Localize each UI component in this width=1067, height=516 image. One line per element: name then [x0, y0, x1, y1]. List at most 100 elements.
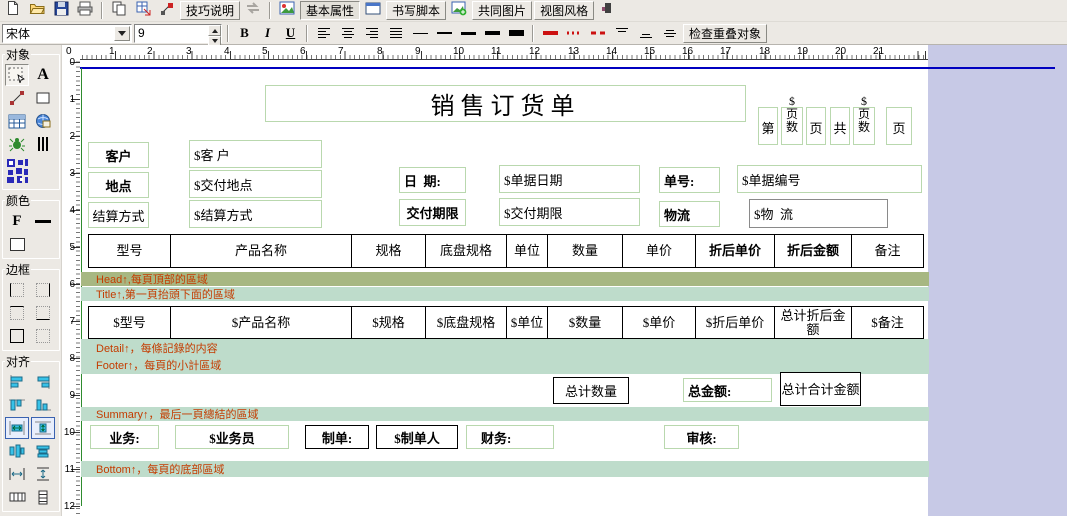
- field-customer-value[interactable]: $客 户: [189, 140, 322, 168]
- font-select[interactable]: 宋体: [2, 24, 132, 43]
- italic-button[interactable]: I: [257, 24, 278, 43]
- shared-images-button[interactable]: 共同图片: [472, 1, 532, 20]
- table-detail-row[interactable]: $型号 $产品名称 $规格 $底盘规格 $单位 $数量 $单价 $折后单价 总计…: [88, 306, 924, 339]
- valign-middle-button[interactable]: [659, 24, 681, 43]
- border-left-button[interactable]: [5, 279, 29, 301]
- font-color-swatch[interactable]: F: [5, 210, 29, 232]
- header-cell[interactable]: 单价: [622, 234, 696, 268]
- field-deliver-label[interactable]: 交付期限: [399, 199, 466, 226]
- band-detail[interactable]: Detail↑，每條記錄的内容: [81, 339, 929, 356]
- new-button[interactable]: [2, 1, 24, 20]
- border-right-button[interactable]: [31, 279, 55, 301]
- border-top-button[interactable]: [5, 302, 29, 324]
- pageno-pages2-box[interactable]: $ 页 数: [853, 107, 875, 145]
- align-left-edges-button[interactable]: [5, 371, 29, 393]
- line-style-dotted-button[interactable]: [563, 24, 585, 43]
- anchor-tool-button[interactable]: [156, 1, 178, 20]
- field-date-value[interactable]: $单据日期: [499, 165, 640, 193]
- fill-color-swatch[interactable]: [5, 233, 29, 255]
- line-width-5-button[interactable]: [505, 24, 527, 43]
- sign-finance-label[interactable]: 财务:: [466, 425, 554, 449]
- rect-tool[interactable]: [31, 87, 55, 109]
- report-title-box[interactable]: 销售订货单: [265, 85, 746, 122]
- sync-button[interactable]: [242, 1, 264, 20]
- band-summary[interactable]: Summary↑，最后一頁總結的區域: [81, 407, 929, 421]
- same-height-button[interactable]: [31, 440, 55, 462]
- align-top-edges-button[interactable]: [5, 394, 29, 416]
- window-props-button[interactable]: [362, 1, 384, 20]
- center-vertical-button[interactable]: [31, 417, 55, 439]
- ole-object-tool[interactable]: [5, 133, 29, 155]
- table-tool[interactable]: [5, 110, 29, 132]
- field-customer-label[interactable]: 客户: [88, 142, 149, 168]
- header-cell[interactable]: 单位: [506, 234, 548, 268]
- detail-cell[interactable]: $型号: [88, 306, 171, 339]
- insert-field-button[interactable]: [132, 1, 154, 20]
- valign-top-button[interactable]: [611, 24, 633, 43]
- underline-button[interactable]: U: [280, 24, 301, 43]
- align-center-button[interactable]: [337, 24, 359, 43]
- sign-sales-value[interactable]: $业务员: [175, 425, 289, 449]
- detail-cell[interactable]: $单位: [506, 306, 548, 339]
- detail-cell[interactable]: 总计折后金额: [774, 306, 852, 339]
- pageno-gong-box[interactable]: 共: [830, 107, 850, 145]
- field-place-value[interactable]: $交付地点: [189, 170, 322, 198]
- detail-cell[interactable]: $单价: [622, 306, 696, 339]
- size-up-icon[interactable]: [208, 25, 221, 36]
- border-all-button[interactable]: [5, 325, 29, 347]
- line-width-3-button[interactable]: [457, 24, 479, 43]
- line-width-1-button[interactable]: [409, 24, 431, 43]
- space-equal-vertical-button[interactable]: [31, 463, 55, 485]
- design-canvas[interactable]: 销售订货单 第 $ 页 数 页 共 $ 页 数 页 客户 $客 户 地点 $交付…: [62, 45, 1067, 516]
- line-color-swatch[interactable]: [31, 210, 55, 232]
- align-justify-button[interactable]: [385, 24, 407, 43]
- line-width-4-button[interactable]: [481, 24, 503, 43]
- line-width-2-button[interactable]: [433, 24, 455, 43]
- field-orderno-value[interactable]: $单据编号: [737, 165, 922, 193]
- header-cell[interactable]: 备注: [851, 234, 924, 268]
- picture-tool[interactable]: [31, 110, 55, 132]
- bold-button[interactable]: B: [234, 24, 255, 43]
- sign-maker-label[interactable]: 制单:: [305, 425, 369, 449]
- table-header-row[interactable]: 型号 产品名称 规格 底盘规格 单位 数量 单价 折后单价 折后金额 备注: [88, 234, 924, 268]
- field-place-label[interactable]: 地点: [88, 172, 149, 198]
- detail-cell[interactable]: $底盘规格: [425, 306, 507, 339]
- field-settle-label[interactable]: 结算方式: [88, 202, 149, 228]
- rows-layout-button[interactable]: [31, 486, 55, 508]
- band-title[interactable]: Title↑,第一頁抬頭下面的區域: [81, 287, 929, 301]
- font-size-spinner[interactable]: 9: [134, 24, 222, 43]
- line-style-solid-button[interactable]: [539, 24, 561, 43]
- detail-cell[interactable]: $折后单价: [695, 306, 775, 339]
- pageno-pages1-box[interactable]: $ 页 数: [781, 107, 803, 145]
- space-equal-horizontal-button[interactable]: [5, 463, 29, 485]
- valign-bottom-button[interactable]: [635, 24, 657, 43]
- align-right-edges-button[interactable]: [31, 371, 55, 393]
- band-bottom[interactable]: Bottom↑，每頁的底部區域: [81, 461, 929, 477]
- field-logistics-label[interactable]: 物流: [659, 201, 720, 227]
- sign-audit-label[interactable]: 审核:: [664, 425, 739, 449]
- align-right-button[interactable]: [361, 24, 383, 43]
- center-horizontal-button[interactable]: [5, 417, 29, 439]
- columns-layout-button[interactable]: [5, 486, 29, 508]
- field-date-label[interactable]: 日 期:: [399, 167, 466, 193]
- summary-total-qty-box[interactable]: 总计数量: [553, 377, 629, 404]
- misc-tool-button[interactable]: [596, 1, 618, 20]
- qrcode-tool[interactable]: [5, 156, 29, 186]
- pageno-ye2-box[interactable]: 页: [886, 107, 912, 145]
- header-cell[interactable]: 折后金额: [774, 234, 852, 268]
- picture-mode-button[interactable]: [276, 1, 298, 20]
- pageno-di-box[interactable]: 第: [758, 107, 778, 145]
- band-head[interactable]: Head↑,每頁頂部的區域: [81, 272, 929, 286]
- detail-cell[interactable]: $规格: [351, 306, 426, 339]
- add-picture-button[interactable]: [448, 1, 470, 20]
- view-style-button[interactable]: 视图风格: [534, 1, 594, 20]
- header-cell[interactable]: 折后单价: [695, 234, 775, 268]
- field-settle-value[interactable]: $结算方式: [189, 200, 322, 228]
- line-tool[interactable]: [5, 87, 29, 109]
- tips-button[interactable]: 技巧说明: [180, 1, 240, 20]
- header-cell[interactable]: 型号: [88, 234, 171, 268]
- summary-total-amount-box[interactable]: 总金额:: [683, 378, 772, 402]
- header-cell[interactable]: 数量: [547, 234, 623, 268]
- same-width-button[interactable]: [5, 440, 29, 462]
- check-overlap-button[interactable]: 检查重叠对象: [683, 24, 767, 43]
